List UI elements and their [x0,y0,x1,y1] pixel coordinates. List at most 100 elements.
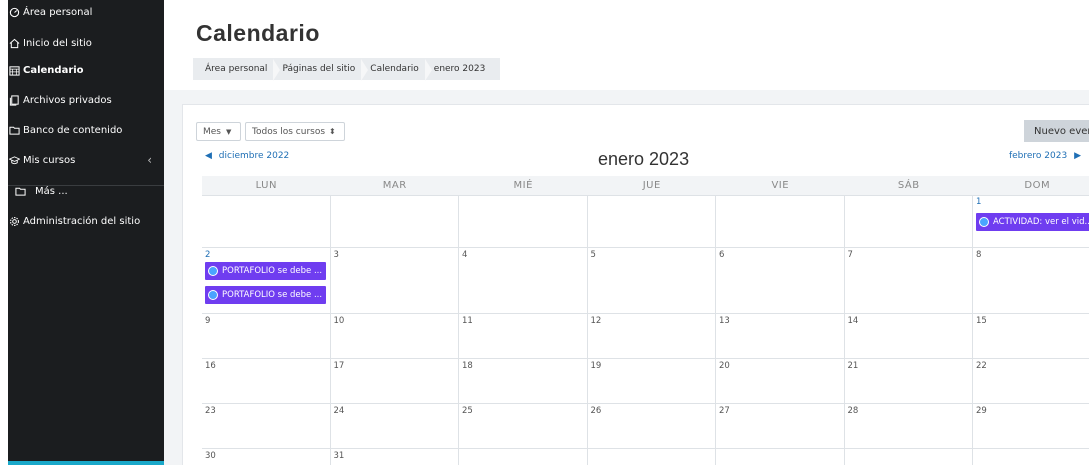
calendar-week: 16 17 18 19 20 21 22 [202,358,1089,403]
day-cell[interactable] [588,196,716,247]
day-number[interactable]: 2 [205,250,210,260]
day-number[interactable]: 14 [848,316,859,326]
day-cell[interactable] [459,449,588,465]
day-cell[interactable]: 9 [202,314,331,358]
day-number[interactable]: 16 [205,361,216,371]
new-event-button[interactable]: Nuevo evento [1024,120,1089,142]
calendar-event[interactable]: ACTIVIDAD: ver el vid... [976,213,1089,231]
month-view-select[interactable]: Mes ▼ [196,122,241,141]
calendar-week: 2 PORTAFOLIO se debe ... PORTAFOLIO se d… [202,247,1089,313]
day-number[interactable]: 15 [976,316,987,326]
calendar-event[interactable]: PORTAFOLIO se debe ... [205,286,326,304]
day-cell[interactable]: 14 [845,314,973,358]
breadcrumb-item[interactable]: Área personal [199,59,281,81]
day-number[interactable]: 7 [848,250,853,260]
sidebar-item-administracion[interactable]: Administración del sitio [8,211,164,231]
day-number[interactable]: 22 [976,361,987,371]
day-cell[interactable]: 20 [716,359,845,403]
event-title: ACTIVIDAD: ver el vid... [993,217,1089,227]
day-number[interactable]: 25 [462,406,473,416]
courses-select-label: Todos los cursos [252,126,326,137]
sidebar-item-calendario[interactable]: Calendario [8,60,164,80]
day-cell[interactable] [845,196,973,247]
day-cell[interactable]: 4 [459,248,588,313]
day-cell[interactable]: 30 [202,449,331,465]
prev-month-link[interactable]: ◀ diciembre 2022 [205,151,289,161]
day-number[interactable]: 12 [591,316,602,326]
day-cell[interactable]: 23 [202,404,331,448]
day-number[interactable]: 3 [334,250,339,260]
day-number[interactable]: 17 [334,361,345,371]
courses-select[interactable]: Todos los cursos ⬍ [245,122,345,141]
sidebar-item-inicio[interactable]: Inicio del sitio [8,33,164,53]
day-number[interactable]: 4 [462,250,467,260]
day-number[interactable]: 28 [848,406,859,416]
day-number[interactable]: 9 [205,316,210,326]
day-number[interactable]: 29 [976,406,987,416]
day-cell[interactable]: 3 [331,248,459,313]
day-number[interactable]: 31 [334,451,345,461]
breadcrumb-item[interactable]: Páginas del sitio [276,59,369,81]
day-cell[interactable]: 8 [973,248,1089,313]
day-cell[interactable]: 7 [845,248,973,313]
day-cell[interactable]: 22 [973,359,1089,403]
day-cell[interactable]: 5 [588,248,716,313]
day-cell[interactable] [331,196,459,247]
day-cell[interactable]: 27 [716,404,845,448]
day-cell[interactable] [716,196,845,247]
day-number[interactable]: 30 [205,451,216,461]
day-cell[interactable] [588,449,716,465]
day-cell[interactable]: 26 [588,404,716,448]
day-cell[interactable] [459,196,588,247]
day-cell[interactable]: 2 PORTAFOLIO se debe ... PORTAFOLIO se d… [202,248,331,313]
day-number[interactable]: 1 [976,197,981,207]
day-cell[interactable] [845,449,973,465]
day-cell[interactable]: 17 [331,359,459,403]
weekday-label: VIE [771,180,790,191]
day-cell[interactable]: 28 [845,404,973,448]
day-cell[interactable] [202,196,331,247]
day-number[interactable]: 11 [462,316,473,326]
day-cell[interactable]: 18 [459,359,588,403]
page-header: Calendario Área personal Páginas del sit… [164,0,1089,90]
day-number[interactable]: 8 [976,250,981,260]
day-cell[interactable]: 10 [331,314,459,358]
day-cell[interactable]: 12 [588,314,716,358]
day-cell[interactable]: 1 ACTIVIDAD: ver el vid... [973,196,1089,247]
day-cell[interactable]: 24 [331,404,459,448]
day-number[interactable]: 5 [591,250,596,260]
day-number[interactable]: 21 [848,361,859,371]
day-number[interactable]: 24 [334,406,345,416]
day-cell[interactable] [716,449,845,465]
day-number[interactable]: 26 [591,406,602,416]
calendar-event[interactable]: PORTAFOLIO se debe ... [205,262,326,280]
day-cell[interactable]: 11 [459,314,588,358]
day-cell[interactable]: 19 [588,359,716,403]
day-cell[interactable]: 29 [973,404,1089,448]
day-number[interactable]: 19 [591,361,602,371]
day-cell[interactable]: 31 [331,449,459,465]
sidebar-item-mas[interactable]: Más ... [8,181,164,201]
breadcrumb-item[interactable]: Calendario [364,59,433,81]
day-cell[interactable]: 21 [845,359,973,403]
day-cell[interactable]: 6 [716,248,845,313]
day-number[interactable]: 20 [719,361,730,371]
day-number[interactable]: 6 [719,250,724,260]
day-cell[interactable] [973,449,1089,465]
day-cell[interactable]: 16 [202,359,331,403]
sidebar-item-archivos[interactable]: Archivos privados [8,90,164,110]
next-month-link[interactable]: febrero 2023 ▶ [1009,151,1081,161]
day-cell[interactable]: 13 [716,314,845,358]
home-icon [8,37,20,49]
day-number[interactable]: 18 [462,361,473,371]
event-icon [208,290,218,300]
day-cell[interactable]: 25 [459,404,588,448]
sidebar-item-banco[interactable]: Banco de contenido [8,120,164,140]
day-number[interactable]: 13 [719,316,730,326]
weekday-label: SÁB [897,180,920,191]
day-number[interactable]: 23 [205,406,216,416]
day-cell[interactable]: 15 [973,314,1089,358]
day-number[interactable]: 27 [719,406,730,416]
day-number[interactable]: 10 [334,316,345,326]
sidebar-item-area-personal[interactable]: Área personal [8,2,164,22]
